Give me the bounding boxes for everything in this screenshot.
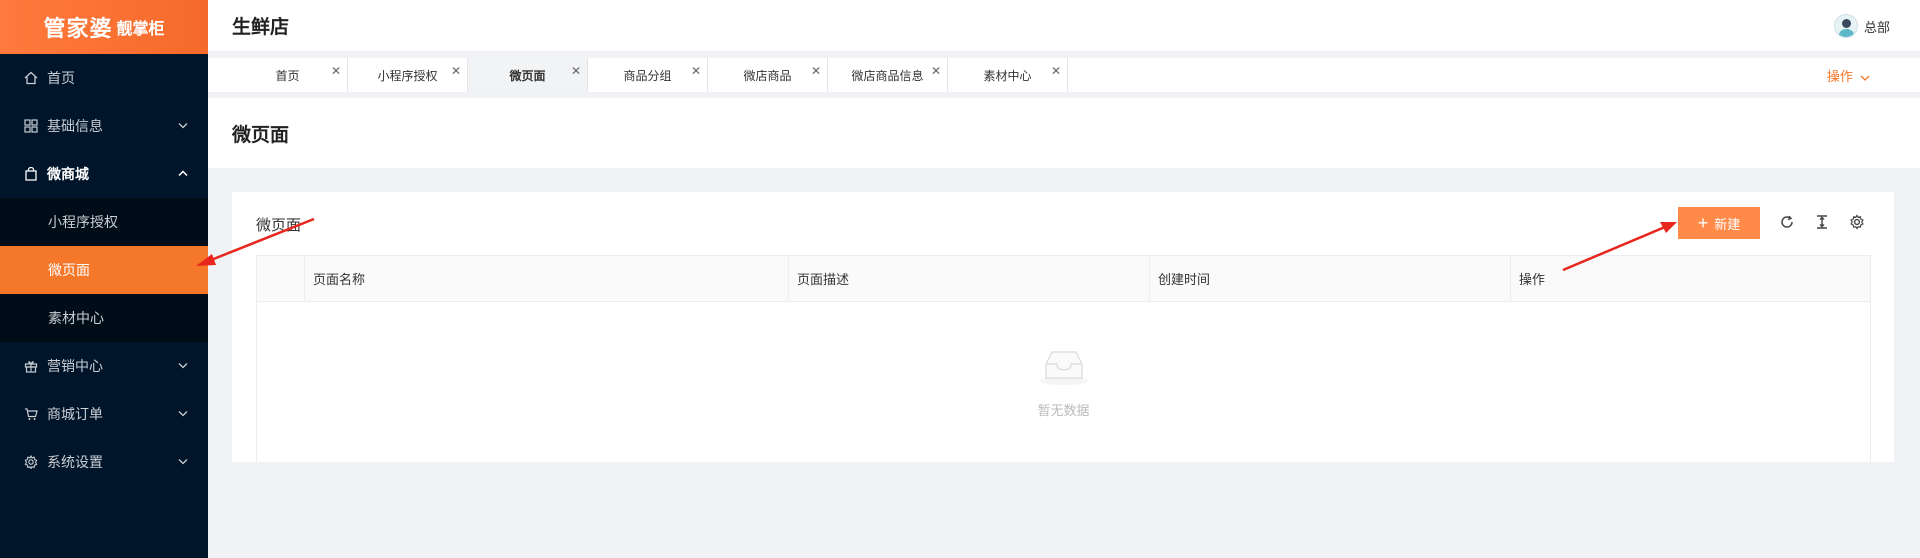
micro-page-table: 页面名称 页面描述 创建时间 操作 暂无数据 — [256, 255, 1871, 462]
tab-product-groups[interactable]: 商品分组 ✕ — [588, 58, 708, 92]
logo-main-text: 管家婆 — [43, 17, 113, 42]
tab-label: 素材中心 — [983, 68, 1032, 83]
card-title: 微页面 — [256, 216, 302, 234]
empty-inbox-icon — [1037, 346, 1091, 390]
gear-icon — [24, 455, 38, 469]
chevron-down-icon — [178, 361, 188, 372]
tab-label: 微页面 — [509, 68, 546, 83]
column-header-description[interactable]: 页面描述 — [789, 256, 1150, 301]
bag-icon — [24, 167, 38, 181]
grid-icon — [24, 119, 38, 133]
tab-operations-dropdown[interactable]: 操作 — [1827, 66, 1870, 85]
close-icon[interactable]: ✕ — [931, 64, 941, 78]
select-column-header — [257, 256, 305, 301]
content-card: 微页面 + 新建 页面名称 页面描述 创建时间 操作 暂无数据 — [232, 192, 1894, 462]
sidebar-item-label: 首页 — [47, 71, 75, 87]
new-button[interactable]: + 新建 — [1678, 207, 1760, 239]
page-title: 微页面 — [232, 123, 290, 146]
close-icon[interactable]: ✕ — [451, 64, 461, 78]
sidebar-item-micro-page[interactable]: 微页面 — [0, 246, 208, 294]
chevron-down-icon — [178, 121, 188, 132]
tab-label: 微店商品信息 — [851, 68, 924, 83]
column-header-name[interactable]: 页面名称 — [305, 256, 789, 301]
home-icon — [24, 71, 38, 85]
sidebar-item-label: 营销中心 — [47, 359, 103, 375]
sidebar-item-miniprogram-auth[interactable]: 小程序授权 — [0, 198, 208, 246]
column-height-icon[interactable] — [1812, 212, 1832, 232]
chevron-up-icon — [178, 169, 188, 180]
gift-icon — [24, 359, 38, 373]
user-name: 总部 — [1863, 20, 1890, 36]
tab-label: 小程序授权 — [377, 68, 438, 83]
column-header-created-time[interactable]: 创建时间 — [1150, 256, 1511, 301]
cart-icon — [24, 407, 38, 421]
sidebar-item-basic-info[interactable]: 基础信息 — [0, 102, 208, 150]
sidebar-item-settings[interactable]: 系统设置 — [0, 438, 208, 486]
tab-ops-label: 操作 — [1826, 70, 1853, 85]
chevron-down-icon — [178, 409, 188, 420]
tab-label: 商品分组 — [623, 68, 672, 83]
settings-icon[interactable] — [1847, 212, 1867, 232]
refresh-icon[interactable] — [1777, 212, 1797, 232]
sidebar-item-material-center[interactable]: 素材中心 — [0, 294, 208, 342]
sidebar-item-label: 素材中心 — [48, 311, 104, 327]
table-header: 页面名称 页面描述 创建时间 操作 — [257, 256, 1870, 302]
submenu-micro-mall: 小程序授权 微页面 素材中心 — [0, 198, 208, 342]
empty-text: 暂无数据 — [1037, 404, 1090, 419]
tab-label: 首页 — [275, 68, 300, 83]
new-button-label: 新建 — [1714, 216, 1741, 232]
sidebar-item-label: 微页面 — [48, 263, 90, 279]
sidebar: 管家婆 靓掌柜 首页 基础信息 微商城 小程序授权 微页面 素材中心 营销中心 … — [0, 0, 208, 558]
column-header-label: 页面名称 — [313, 273, 366, 288]
user-menu[interactable]: 总部 — [1833, 14, 1890, 38]
tab-shop-product-info[interactable]: 微店商品信息 ✕ — [828, 58, 948, 92]
chevron-down-icon — [1857, 70, 1870, 85]
close-icon[interactable]: ✕ — [331, 64, 341, 78]
sidebar-item-micro-mall[interactable]: 微商城 — [0, 150, 208, 198]
sidebar-item-marketing[interactable]: 营销中心 — [0, 342, 208, 390]
close-icon[interactable]: ✕ — [571, 64, 581, 78]
column-header-label: 页面描述 — [797, 273, 850, 288]
page-header: 微页面 — [208, 98, 1920, 168]
column-header-actions: 操作 — [1511, 256, 1870, 301]
tab-shop-products[interactable]: 微店商品 ✕ — [708, 58, 828, 92]
sidebar-item-label: 基础信息 — [47, 119, 103, 135]
column-header-label: 创建时间 — [1158, 273, 1211, 288]
empty-state: 暂无数据 — [257, 346, 1870, 419]
sidebar-item-label: 商城订单 — [47, 407, 103, 423]
brand-logo: 管家婆 靓掌柜 — [0, 0, 208, 54]
tab-home[interactable]: 首页 ✕ — [228, 58, 348, 92]
avatar — [1833, 14, 1858, 38]
column-header-label: 操作 — [1519, 273, 1546, 288]
close-icon[interactable]: ✕ — [691, 64, 701, 78]
store-title: 生鲜店 — [232, 16, 290, 38]
close-icon[interactable]: ✕ — [1051, 64, 1061, 78]
top-header: 生鲜店 总部 — [208, 0, 1920, 52]
chevron-down-icon — [178, 457, 188, 468]
tab-label: 微店商品 — [743, 68, 792, 83]
sidebar-item-home[interactable]: 首页 — [0, 54, 208, 102]
sidebar-item-label: 小程序授权 — [48, 215, 118, 231]
tab-micro-page[interactable]: 微页面 ✕ — [468, 58, 588, 92]
sidebar-item-orders[interactable]: 商城订单 — [0, 390, 208, 438]
close-icon[interactable]: ✕ — [811, 64, 821, 78]
tab-miniprogram-auth[interactable]: 小程序授权 ✕ — [348, 58, 468, 92]
sidebar-item-label: 系统设置 — [47, 455, 103, 471]
plus-icon: + — [1697, 213, 1709, 233]
tab-material-center[interactable]: 素材中心 ✕ — [948, 58, 1068, 92]
tab-bar: 首页 ✕ 小程序授权 ✕ 微页面 ✕ 商品分组 ✕ 微店商品 ✕ 微店商品信息 … — [208, 58, 1920, 92]
sidebar-item-label: 微商城 — [47, 167, 89, 183]
logo-sub-text: 靓掌柜 — [116, 19, 165, 38]
